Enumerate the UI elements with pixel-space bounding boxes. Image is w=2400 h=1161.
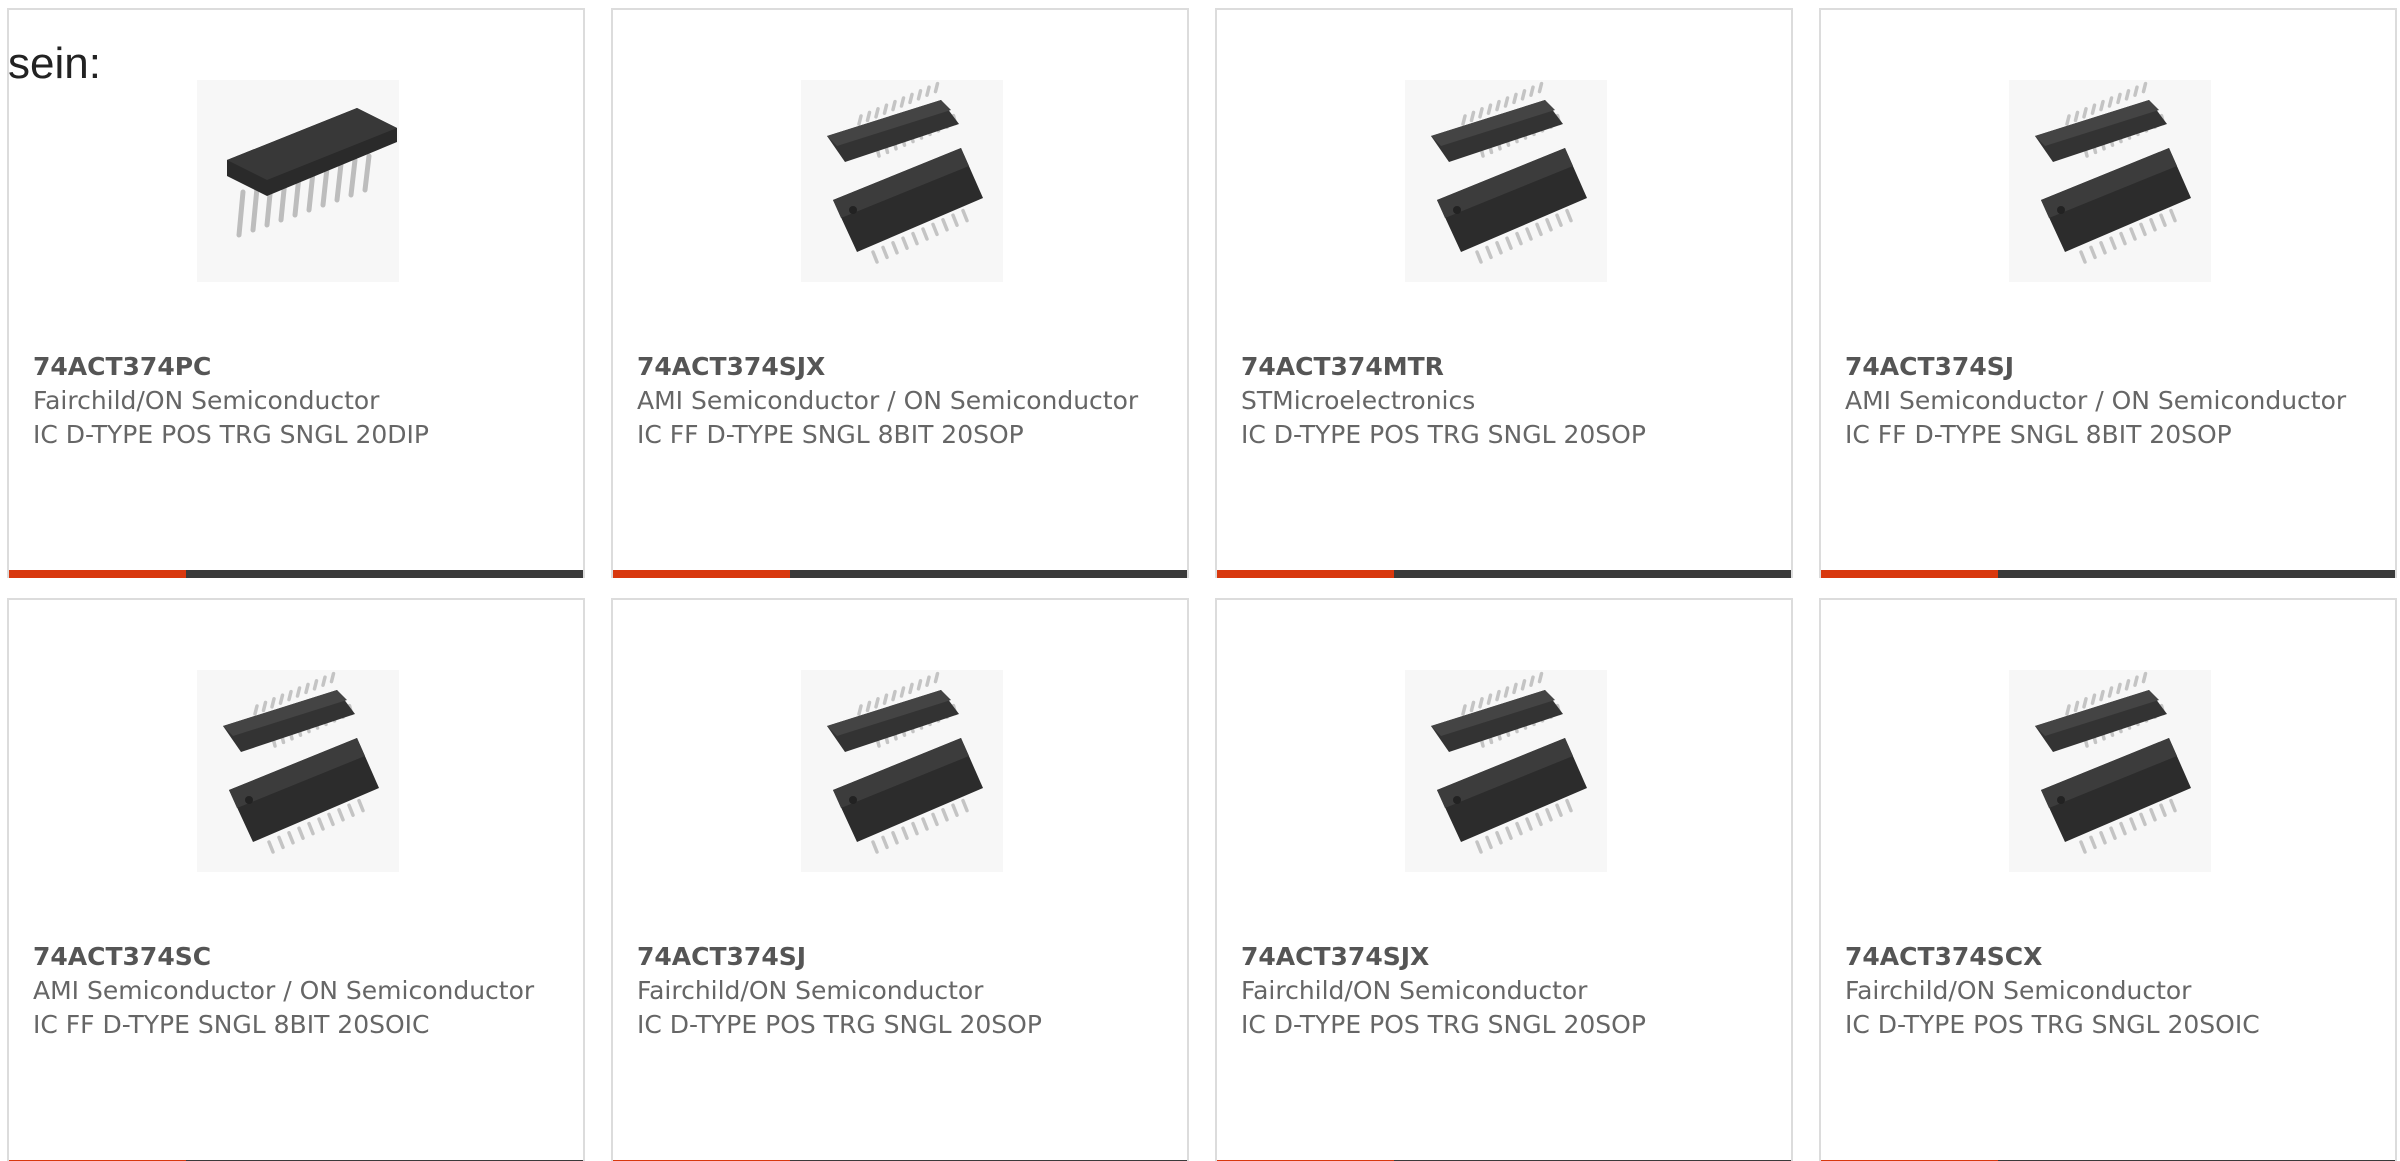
manufacturer: AMI Semiconductor / ON Semiconductor xyxy=(33,976,535,1005)
part-number[interactable]: 74ACT374SCX xyxy=(1845,940,2365,974)
accent-bar xyxy=(1217,570,1791,578)
soic-chip-icon[interactable] xyxy=(2009,80,2211,282)
accent-bar xyxy=(9,570,583,578)
part-number[interactable]: 74ACT374SJ xyxy=(637,940,1157,974)
description: IC D-TYPE POS TRG SNGL 20SOIC xyxy=(1845,1010,2260,1039)
product-info: 74ACT374SCX Fairchild/ON Semiconductor I… xyxy=(1845,940,2365,1042)
product-info: 74ACT374MTR STMicroelectronics IC D-TYPE… xyxy=(1241,350,1761,452)
product-card[interactable]: 74ACT374PC Fairchild/ON Semiconductor IC… xyxy=(7,8,585,578)
product-card[interactable]: 74ACT374SCX Fairchild/ON Semiconductor I… xyxy=(1819,598,2397,1161)
description: IC D-TYPE POS TRG SNGL 20SOP xyxy=(1241,1010,1646,1039)
part-number[interactable]: 74ACT374SJX xyxy=(637,350,1157,384)
product-card[interactable]: 74ACT374SC AMI Semiconductor / ON Semico… xyxy=(7,598,585,1161)
product-card[interactable]: 74ACT374SJ AMI Semiconductor / ON Semico… xyxy=(1819,8,2397,578)
accent-fill xyxy=(613,570,791,578)
accent-fill xyxy=(1821,570,1999,578)
product-info: 74ACT374PC Fairchild/ON Semiconductor IC… xyxy=(33,350,553,452)
accent-fill xyxy=(9,570,187,578)
accent-bar xyxy=(1821,570,2395,578)
soic-chip-icon[interactable] xyxy=(1405,80,1607,282)
manufacturer: STMicroelectronics xyxy=(1241,386,1476,415)
soic-chip-icon[interactable] xyxy=(801,670,1003,872)
intro-text: sein: xyxy=(8,39,101,88)
part-number[interactable]: 74ACT374SJ xyxy=(1845,350,2365,384)
manufacturer: Fairchild/ON Semiconductor xyxy=(1845,976,2192,1005)
soic-chip-icon[interactable] xyxy=(801,80,1003,282)
description: IC D-TYPE POS TRG SNGL 20SOP xyxy=(637,1010,1042,1039)
soic-chip-icon[interactable] xyxy=(2009,670,2211,872)
dip-chip-icon[interactable] xyxy=(197,80,399,282)
product-card[interactable]: 74ACT374SJX Fairchild/ON Semiconductor I… xyxy=(1215,598,1793,1161)
product-info: 74ACT374SJ Fairchild/ON Semiconductor IC… xyxy=(637,940,1157,1042)
accent-fill xyxy=(1217,570,1395,578)
product-info: 74ACT374SJ AMI Semiconductor / ON Semico… xyxy=(1845,350,2365,452)
part-number[interactable]: 74ACT374SJX xyxy=(1241,940,1761,974)
accent-bar xyxy=(613,570,1187,578)
page: sein: 74ACT374PC Fairchild/ON Semiconduc… xyxy=(0,0,2400,1161)
manufacturer: Fairchild/ON Semiconductor xyxy=(1241,976,1588,1005)
product-info: 74ACT374SC AMI Semiconductor / ON Semico… xyxy=(33,940,553,1042)
product-card[interactable]: 74ACT374MTR STMicroelectronics IC D-TYPE… xyxy=(1215,8,1793,578)
manufacturer: AMI Semiconductor / ON Semiconductor xyxy=(1845,386,2347,415)
manufacturer: AMI Semiconductor / ON Semiconductor xyxy=(637,386,1139,415)
soic-chip-icon[interactable] xyxy=(1405,670,1607,872)
description: IC FF D-TYPE SNGL 8BIT 20SOIC xyxy=(33,1010,430,1039)
part-number[interactable]: 74ACT374SC xyxy=(33,940,553,974)
product-card[interactable]: 74ACT374SJ Fairchild/ON Semiconductor IC… xyxy=(611,598,1189,1161)
description: IC FF D-TYPE SNGL 8BIT 20SOP xyxy=(1845,420,2232,449)
manufacturer: Fairchild/ON Semiconductor xyxy=(33,386,380,415)
product-card[interactable]: 74ACT374SJX AMI Semiconductor / ON Semic… xyxy=(611,8,1189,578)
manufacturer: Fairchild/ON Semiconductor xyxy=(637,976,984,1005)
description: IC FF D-TYPE SNGL 8BIT 20SOP xyxy=(637,420,1024,449)
product-info: 74ACT374SJX Fairchild/ON Semiconductor I… xyxy=(1241,940,1761,1042)
description: IC D-TYPE POS TRG SNGL 20DIP xyxy=(33,420,429,449)
soic-chip-icon[interactable] xyxy=(197,670,399,872)
part-number[interactable]: 74ACT374PC xyxy=(33,350,553,384)
product-info: 74ACT374SJX AMI Semiconductor / ON Semic… xyxy=(637,350,1157,452)
part-number[interactable]: 74ACT374MTR xyxy=(1241,350,1761,384)
description: IC D-TYPE POS TRG SNGL 20SOP xyxy=(1241,420,1646,449)
